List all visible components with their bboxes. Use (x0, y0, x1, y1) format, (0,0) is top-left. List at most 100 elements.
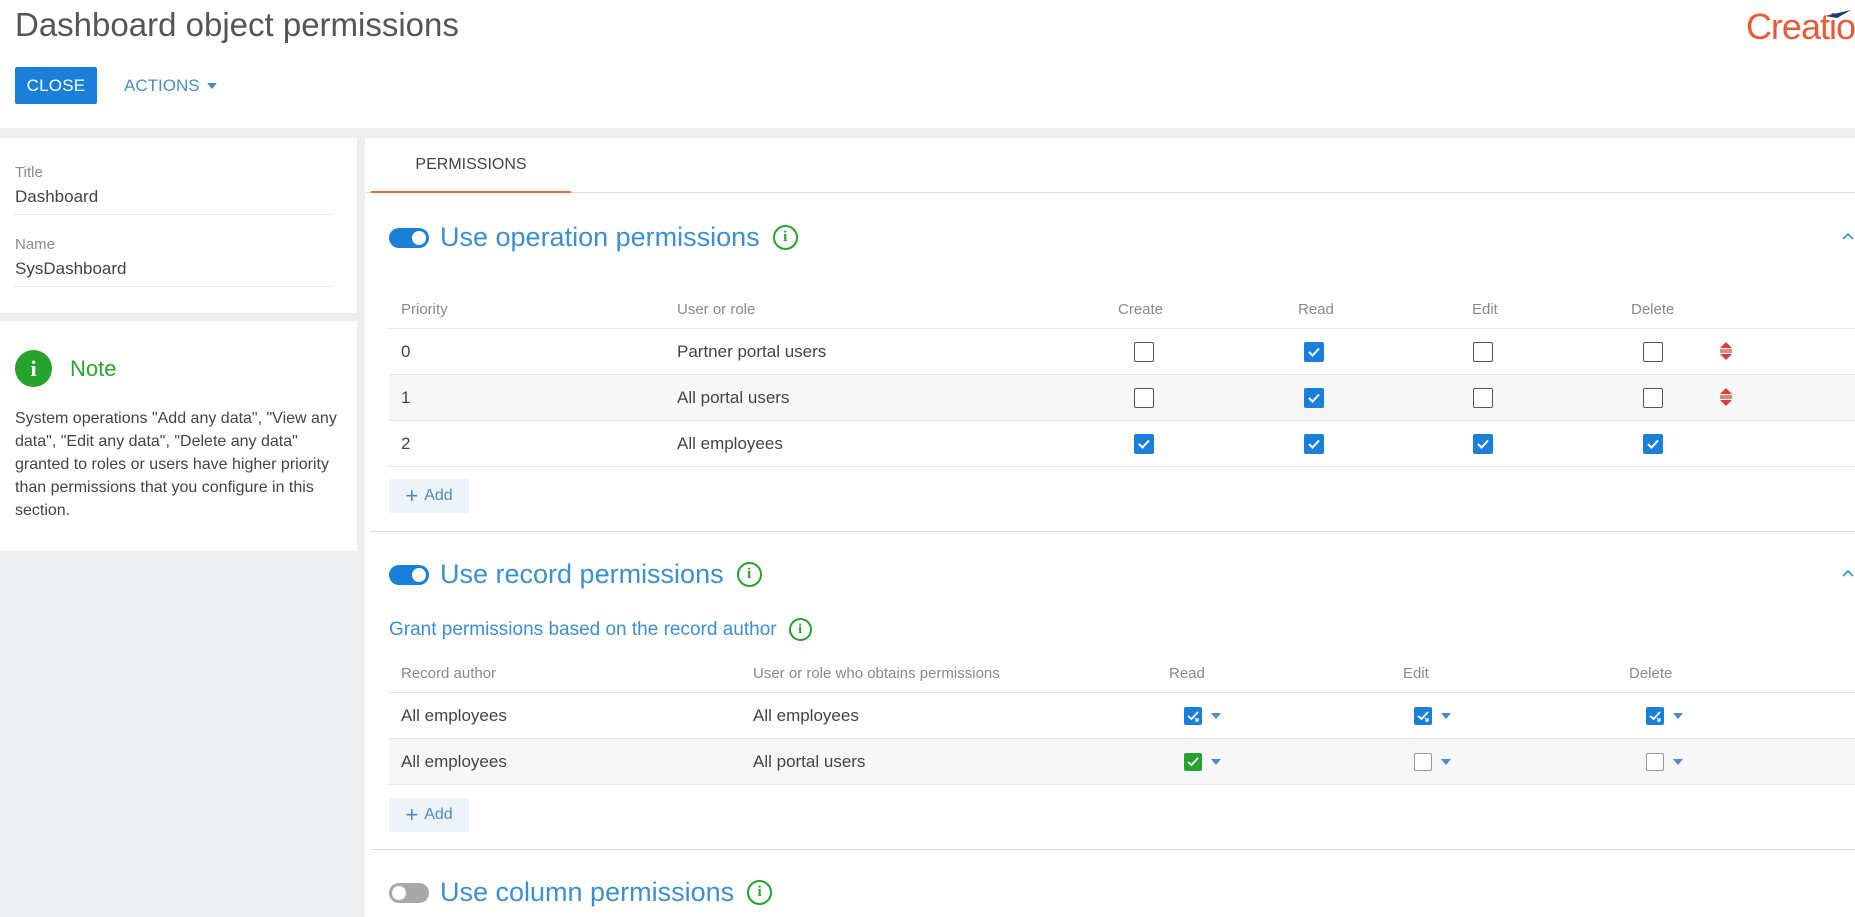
edit-delegation-checkbox[interactable] (1414, 707, 1432, 725)
left-panel: Title Dashboard Name SysDashboard i Note… (0, 138, 365, 917)
column-permissions-header: Use column permissions i (389, 877, 773, 908)
info-icon[interactable]: i (747, 880, 773, 905)
read-checkbox[interactable] (1304, 434, 1324, 454)
create-checkbox[interactable] (1134, 388, 1154, 408)
caret-down-icon[interactable] (1211, 713, 1221, 719)
caret-down-icon (206, 82, 217, 89)
column-header-edit: Edit (1472, 301, 1498, 318)
delete-delegation-checkbox[interactable] (1646, 707, 1664, 725)
delete-checkbox[interactable] (1643, 388, 1663, 408)
column-header-record-author: Record author (401, 665, 497, 682)
column-header-grantee: User or role who obtains permissions (753, 665, 1000, 682)
add-operation-permission-button[interactable]: + Add (389, 479, 469, 513)
title-field-label: Title (15, 164, 43, 181)
priority-cell: 1 (401, 388, 411, 407)
column-permissions-title[interactable]: Use column permissions (440, 877, 734, 908)
title-field-value[interactable]: Dashboard (15, 187, 98, 207)
chevron-up-icon[interactable] (1841, 229, 1855, 243)
operation-permissions-header: Use operation permissions i (389, 222, 798, 253)
page-title: Dashboard object permissions (15, 6, 459, 43)
table-row[interactable]: 2 All employees (389, 421, 1855, 467)
edit-checkbox[interactable] (1414, 753, 1432, 771)
operation-permissions-toggle[interactable] (389, 227, 429, 248)
record-info-card: Title Dashboard Name SysDashboard (0, 138, 357, 313)
change-priority-icon[interactable] (1717, 386, 1735, 408)
priority-cell: 2 (401, 434, 411, 453)
info-icon[interactable]: i (788, 618, 812, 641)
permissions-panel: PERMISSIONS Use operation permissions i … (365, 138, 1855, 917)
actions-menu-button[interactable]: ACTIONS (124, 67, 217, 104)
name-field-value[interactable]: SysDashboard (15, 259, 127, 279)
info-icon[interactable]: i (736, 562, 762, 587)
column-header-read: Read (1298, 301, 1334, 318)
column-header-create: Create (1118, 301, 1164, 318)
delete-checkbox[interactable] (1646, 753, 1664, 771)
section-divider (371, 849, 1855, 850)
column-permissions-toggle[interactable] (389, 882, 429, 903)
column-header-priority: Priority (401, 301, 448, 318)
read-delegation-checkbox[interactable] (1184, 707, 1202, 725)
note-title: Note (70, 356, 117, 381)
delete-checkbox[interactable] (1643, 342, 1663, 362)
info-icon[interactable]: i (772, 225, 798, 250)
edit-checkbox[interactable] (1473, 342, 1493, 362)
plus-icon: + (405, 802, 419, 827)
record-author-subtitle[interactable]: Grant permissions based on the record au… (389, 619, 777, 641)
note-text: System operations "Add any data", "View … (15, 410, 337, 519)
info-icon: i (15, 350, 52, 387)
read-checkbox[interactable] (1304, 388, 1324, 408)
header-separator (0, 128, 1855, 138)
create-checkbox[interactable] (1134, 434, 1154, 454)
grantee-cell: All portal users (753, 752, 866, 771)
operation-permissions-title[interactable]: Use operation permissions (440, 222, 760, 253)
record-grid-header: Record author User or role who obtains p… (389, 655, 1855, 693)
column-header-edit: Edit (1403, 665, 1429, 682)
note-card: i Note System operations "Add any data",… (0, 321, 357, 551)
record-permissions-toggle[interactable] (389, 564, 429, 585)
column-header-read: Read (1169, 665, 1205, 682)
page-header: Dashboard object permissions CLOSE ACTIO… (0, 0, 1855, 128)
name-field-label: Name (15, 236, 56, 253)
caret-down-icon[interactable] (1211, 759, 1221, 765)
table-row[interactable]: 0 Partner portal users (389, 329, 1855, 375)
table-row[interactable]: 1 All portal users (389, 375, 1855, 421)
tab-permissions[interactable]: PERMISSIONS (371, 138, 571, 193)
delete-checkbox[interactable] (1643, 434, 1663, 454)
create-checkbox[interactable] (1134, 342, 1154, 362)
caret-down-icon[interactable] (1673, 713, 1683, 719)
role-cell: All portal users (677, 388, 790, 407)
field-divider (15, 286, 332, 287)
record-author-cell: All employees (401, 752, 507, 771)
caret-down-icon[interactable] (1441, 759, 1451, 765)
add-label: Add (424, 487, 453, 504)
caret-down-icon[interactable] (1441, 713, 1451, 719)
close-button[interactable]: CLOSE (15, 67, 97, 104)
record-permissions-header: Use record permissions i (389, 559, 762, 590)
record-permissions-title[interactable]: Use record permissions (440, 559, 724, 590)
edit-checkbox[interactable] (1473, 388, 1493, 408)
caret-down-icon[interactable] (1673, 759, 1683, 765)
record-author-subheader: Grant permissions based on the record au… (389, 618, 812, 641)
edit-checkbox[interactable] (1473, 434, 1493, 454)
logo-swoosh-icon (1825, 10, 1851, 18)
tab-bar: PERMISSIONS (365, 138, 1855, 193)
priority-cell: 0 (401, 342, 411, 361)
chevron-up-icon[interactable] (1841, 566, 1855, 580)
grantee-cell: All employees (753, 706, 859, 725)
role-cell: Partner portal users (677, 342, 827, 361)
table-row[interactable]: All employees All employees (389, 693, 1855, 739)
add-record-permission-button[interactable]: + Add (389, 798, 469, 832)
table-row[interactable]: All employees All portal users (389, 739, 1855, 785)
field-divider (15, 214, 332, 215)
column-header-user-or-role: User or role (677, 301, 756, 318)
add-label: Add (424, 806, 453, 823)
record-author-cell: All employees (401, 706, 507, 725)
read-checkbox[interactable] (1184, 753, 1202, 771)
read-checkbox[interactable] (1304, 342, 1324, 362)
column-header-delete: Delete (1631, 301, 1675, 318)
column-header-delete: Delete (1629, 665, 1673, 682)
operation-grid-header: Priority User or role Create Read Edit D… (389, 291, 1855, 329)
plus-icon: + (405, 483, 419, 508)
section-divider (371, 531, 1855, 532)
change-priority-icon[interactable] (1717, 340, 1735, 362)
